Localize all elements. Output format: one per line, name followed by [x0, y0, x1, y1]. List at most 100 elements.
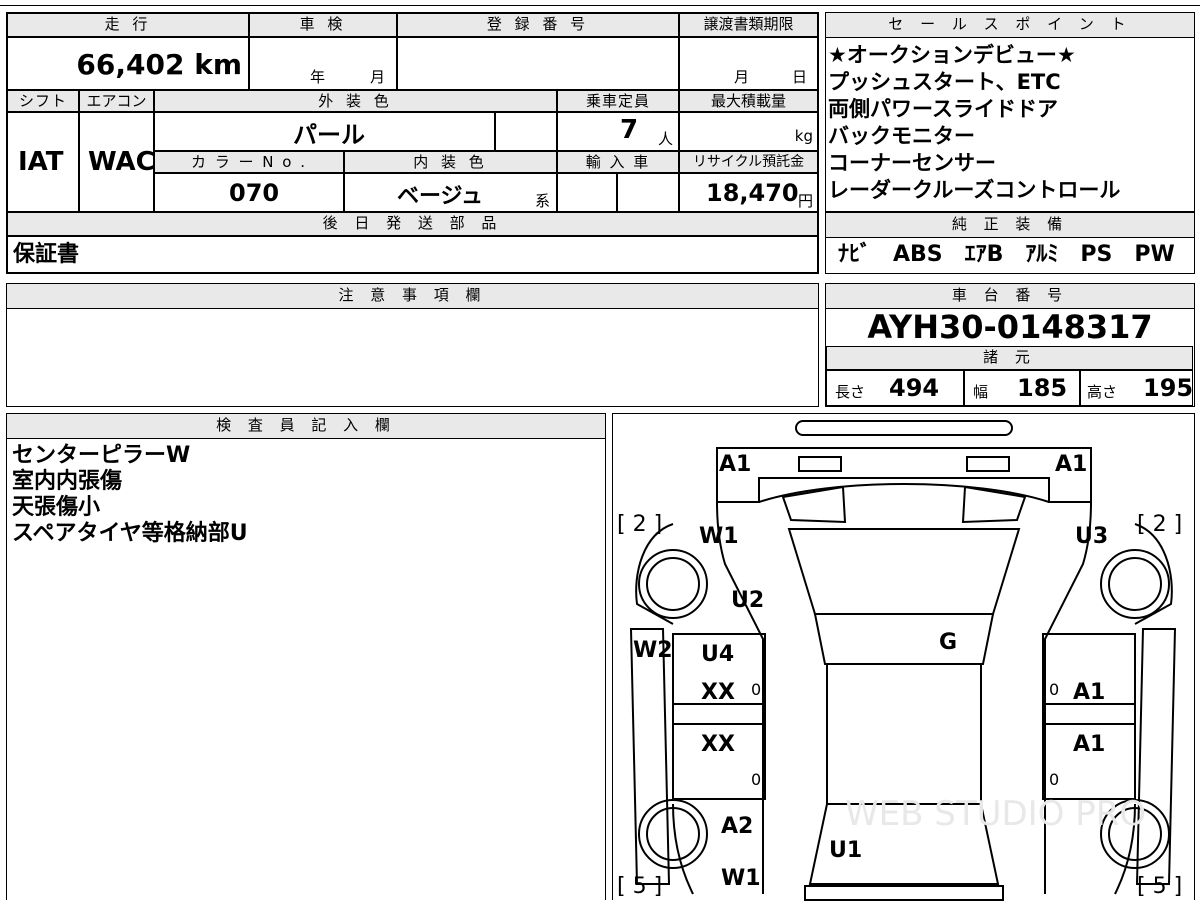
color-no-value: 070 [229, 179, 280, 207]
recycle-header: リサイクル預託金 [679, 151, 818, 173]
front-light-left [798, 456, 842, 472]
inspector-header: 検 査 員 記 入 欄 [7, 414, 605, 439]
mark-hood-left: U2 [731, 588, 765, 613]
import-cell-a [557, 173, 617, 212]
sales-point-item: レーダークルーズコントロール [828, 178, 1121, 202]
interior-color-header: 内 装 色 [344, 151, 557, 173]
max-load-cell: kg [679, 112, 818, 151]
mark-door-rr: A1 [1073, 732, 1106, 757]
inspection-cell: 年 月 [249, 37, 397, 90]
mark-door-fl: U4 [701, 642, 735, 667]
windshield [787, 528, 1021, 615]
aircon-value: WAC [88, 147, 155, 177]
tire-count-front-left: [ 2 ] [617, 512, 663, 537]
watermark: WEB STUDIO PRO [845, 794, 1147, 834]
transfer-deadline-header: 譲渡書類期限 [679, 13, 818, 37]
sales-point-item: プッシュスタート、ETC [828, 70, 1061, 94]
aircon-header: エアコン [79, 90, 154, 112]
color-no-cell: 070 [154, 173, 344, 212]
max-load-header: 最大積載量 [679, 90, 818, 112]
transfer-day-unit: 日 [792, 68, 808, 86]
height-label: 高さ [1087, 383, 1118, 401]
top-strip [0, 0, 1200, 6]
roof [826, 663, 982, 805]
mark-zero-2: 0 [751, 770, 762, 789]
import-header: 輸 入 車 [557, 151, 679, 173]
length-label: 長さ [835, 383, 866, 401]
inspector-box: 検 査 員 記 入 欄 センターピラーW 室内内張傷 天張傷小 スペアタイヤ等格納部U [6, 413, 606, 900]
chassis-header: 車 台 番 号 [826, 284, 1194, 309]
transfer-cell: 月 日 [679, 37, 818, 90]
genuine-equipment-header: 純 正 装 備 [826, 213, 1194, 238]
chassis-number: AYH30-0148317 [867, 308, 1153, 346]
notes-header: 注 意 事 項 欄 [7, 284, 818, 309]
vehicle-info-table: 走 行 車 検 登 録 番 号 譲渡書類期限 66,402 km 年 月 月 日… [6, 12, 819, 274]
shift-cell: IAT [7, 112, 79, 212]
front-bumper [716, 447, 1092, 503]
exterior-color-value: パール [293, 121, 365, 149]
mark-tailgate: U1 [829, 838, 863, 863]
color-no-header: カ ラ ー N o . [154, 151, 344, 173]
mileage-value: 66,402 km [76, 48, 242, 81]
sales-point-item: コーナーセンサー [828, 151, 996, 175]
capacity-value: 7 [620, 115, 639, 145]
registration-cell [397, 37, 679, 90]
mark-front-right: A1 [1055, 452, 1088, 477]
vehicle-diagram: [ 2 ] [ 2 ] [ 5 ] [ 5 ] A1 A1 W1 U3 U2 W… [612, 413, 1195, 901]
mileage-cell: 66,402 km [7, 37, 249, 90]
sales-points-box: セ ー ル ス ポ イ ン ト ★オークションデビュー★ プッシュスタート、ETC… [825, 12, 1195, 212]
shift-header: シフト [7, 90, 79, 112]
mark-zero-4: 0 [1049, 770, 1060, 789]
mark-fender-fl: W1 [699, 524, 739, 549]
recycle-value: 18,470 [706, 179, 799, 207]
mirror-left [781, 485, 847, 524]
inspector-note-item: 室内内張傷 [12, 469, 123, 494]
capacity-unit: 人 [658, 130, 674, 148]
cowl [813, 613, 995, 665]
sales-points-header: セ ー ル ス ポ イ ン ト [826, 13, 1194, 38]
mileage-header: 走 行 [7, 13, 249, 37]
shift-value: IAT [18, 147, 64, 177]
side-strip-right [1135, 628, 1177, 885]
mark-rear-fender-l: A2 [721, 814, 754, 839]
exterior-color-cell: パール [154, 112, 495, 151]
mark-fender-fr: U3 [1075, 524, 1109, 549]
sales-point-item: バックモニター [828, 124, 975, 148]
recycle-unit: 円 [797, 192, 813, 210]
interior-color-cell: ベージュ 系 [344, 173, 557, 212]
length-value: 494 [889, 374, 940, 402]
mark-front-left: A1 [719, 452, 752, 477]
inspector-note-item: センターピラーW [12, 443, 191, 468]
mirror-right [961, 485, 1027, 524]
interior-color-suffix: 系 [535, 192, 551, 210]
exterior-color-header: 外 装 色 [154, 90, 557, 112]
capacity-cell: 7 人 [557, 112, 679, 151]
sill-left [672, 703, 766, 725]
import-cell-b [617, 173, 679, 212]
bumper-shape [795, 420, 1013, 436]
tire-count-front-right: [ 2 ] [1137, 512, 1183, 537]
tire-front-left-inner [646, 557, 700, 611]
max-load-unit: kg [794, 127, 813, 145]
length-cell: 長さ 494 [826, 370, 964, 406]
registration-header: 登 録 番 号 [397, 13, 679, 37]
interior-color-value: ベージュ [397, 184, 484, 209]
width-value: 185 [1017, 374, 1068, 402]
tire-front-right-inner [1108, 557, 1162, 611]
specs-header: 諸 元 [826, 346, 1193, 370]
sales-point-item: 両側パワースライドドア [828, 97, 1058, 121]
mark-pillar-left: W2 [633, 638, 673, 663]
inspector-note-item: 天張傷小 [12, 495, 101, 520]
mark-door-fr: A1 [1073, 680, 1106, 705]
tire-count-rear-right: [ 5 ] [1137, 874, 1183, 899]
tire-front-left [638, 549, 708, 619]
genuine-equipment-box: 純 正 装 備 ﾅﾋﾞ ABS ｴｱB ｱﾙﾐ PS PW [825, 212, 1195, 274]
tire-front-right [1100, 549, 1170, 619]
front-light-right [966, 456, 1010, 472]
exterior-color-extra [495, 112, 557, 151]
mark-zero-3: 0 [1049, 680, 1060, 699]
sales-point-item: ★オークションデビュー★ [828, 43, 1076, 67]
capacity-header: 乗車定員 [557, 90, 679, 112]
notes-box: 注 意 事 項 欄 [6, 283, 819, 407]
width-cell: 幅 185 [964, 370, 1080, 406]
